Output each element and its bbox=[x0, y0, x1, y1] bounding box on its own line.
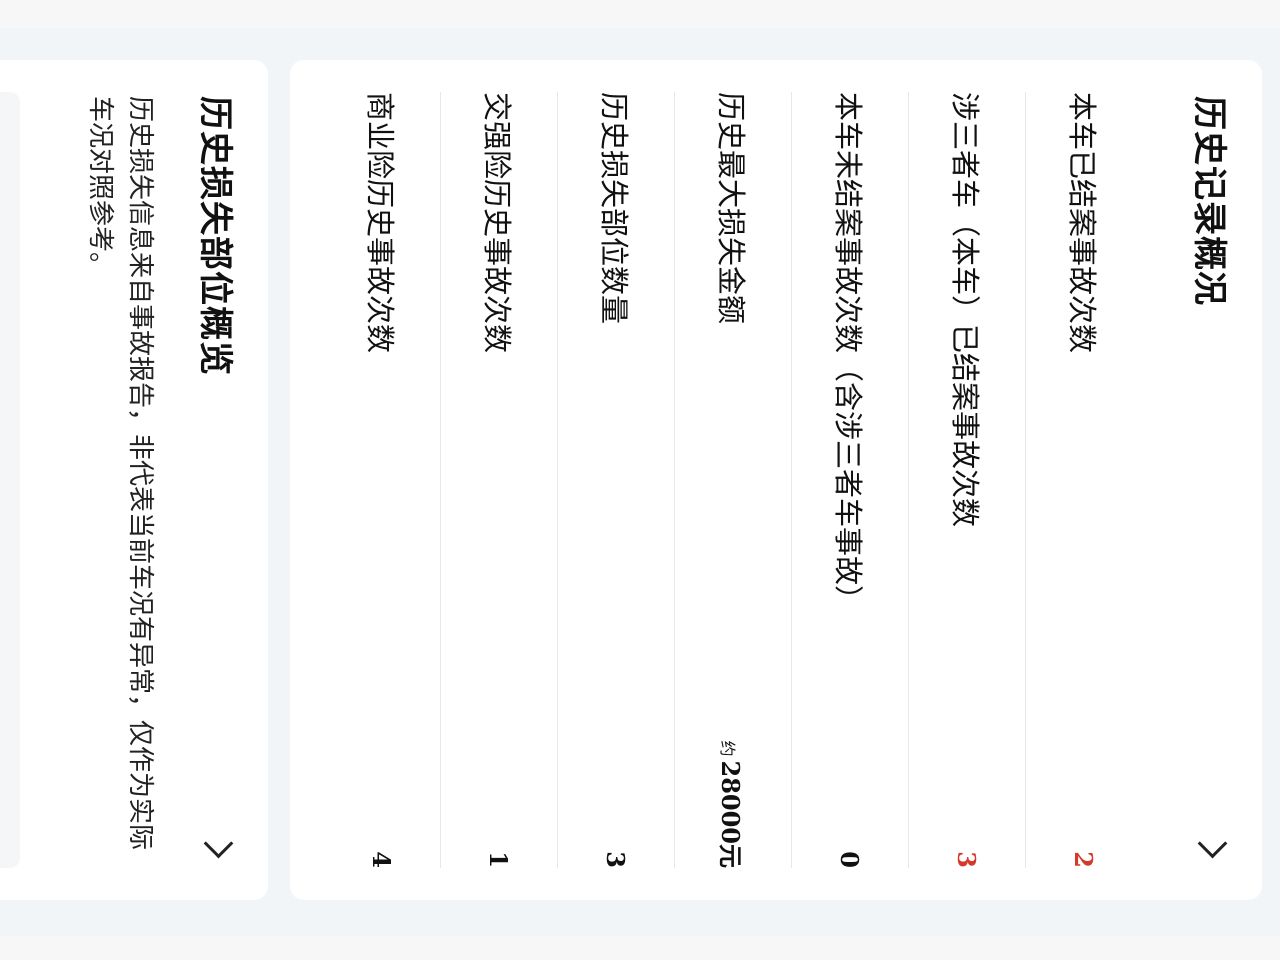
value-prefix: 约 bbox=[718, 740, 738, 757]
row-value: 3 bbox=[952, 851, 982, 868]
row-value-wrap: 约 28000元 bbox=[716, 740, 751, 868]
row-label: 交强险历史事故次数 bbox=[480, 92, 514, 354]
loss-parts-card[interactable]: 历史损失部位概览 历史损失信息来自事故报告，非代表当前车况有异常，仅作为实际车况… bbox=[0, 60, 268, 900]
row-value-wrap: 1 bbox=[485, 851, 514, 868]
history-row: 交强险历史事故次数 1 bbox=[440, 92, 557, 868]
row-value-wrap: 3 bbox=[953, 851, 982, 868]
bottom-strip bbox=[0, 936, 1280, 960]
history-row: 涉三者车（本车）已结案事故次数 3 bbox=[908, 92, 1025, 868]
loss-card-header[interactable]: 历史损失部位概览 bbox=[190, 96, 248, 864]
row-value: 0 bbox=[835, 851, 865, 868]
row-label: 商业险历史事故次数 bbox=[363, 92, 397, 354]
history-row: 商业险历史事故次数 4 bbox=[324, 92, 440, 868]
row-value: 3 bbox=[601, 851, 631, 868]
row-label: 本车未结案事故次数（含涉三者车事故） bbox=[831, 92, 865, 615]
row-value: 1 bbox=[484, 851, 514, 868]
history-row: 本车未结案事故次数（含涉三者车事故） 0 bbox=[791, 92, 908, 868]
history-rows: 本车已结案事故次数 2 涉三者车（本车）已结案事故次数 3 本车未结案事故次数（含涉三者… bbox=[324, 92, 1142, 868]
row-value-wrap: 4 bbox=[368, 851, 397, 868]
chevron-right-icon[interactable] bbox=[204, 828, 234, 859]
loss-card-title: 历史损失部位概览 bbox=[195, 96, 236, 376]
chevron-right-icon[interactable] bbox=[1198, 828, 1228, 859]
row-value: 28000元 bbox=[716, 760, 746, 869]
row-value: 2 bbox=[1069, 851, 1099, 868]
history-row: 本车已结案事故次数 2 bbox=[1025, 92, 1142, 868]
row-label: 历史损失部位数量 bbox=[597, 92, 631, 325]
top-strip bbox=[0, 0, 1280, 28]
row-label: 历史最大损失金额 bbox=[714, 92, 748, 325]
row-label: 本车已结案事故次数 bbox=[1065, 92, 1099, 354]
loss-parts-panel bbox=[0, 92, 20, 868]
row-value: 4 bbox=[367, 851, 397, 868]
history-card-title: 历史记录概况 bbox=[1189, 96, 1230, 306]
history-row: 历史最大损失金额约 28000元 bbox=[674, 92, 791, 868]
row-value-wrap: 3 bbox=[602, 851, 631, 868]
row-label: 涉三者车（本车）已结案事故次数 bbox=[948, 92, 982, 528]
history-row: 历史损失部位数量 3 bbox=[557, 92, 674, 868]
loss-description: 历史损失信息来自事故报告，非代表当前车况有异常，仅作为实际车况对照参考。 bbox=[85, 96, 155, 851]
history-card-header[interactable]: 历史记录概况 bbox=[1184, 96, 1242, 864]
row-value-wrap: 2 bbox=[1070, 851, 1099, 868]
history-overview-card[interactable]: 历史记录概况 本车已结案事故次数 2 涉三者车（本车）已结案事故次数 3 本车未结案事故… bbox=[290, 60, 1262, 900]
row-value-wrap: 0 bbox=[836, 851, 865, 868]
